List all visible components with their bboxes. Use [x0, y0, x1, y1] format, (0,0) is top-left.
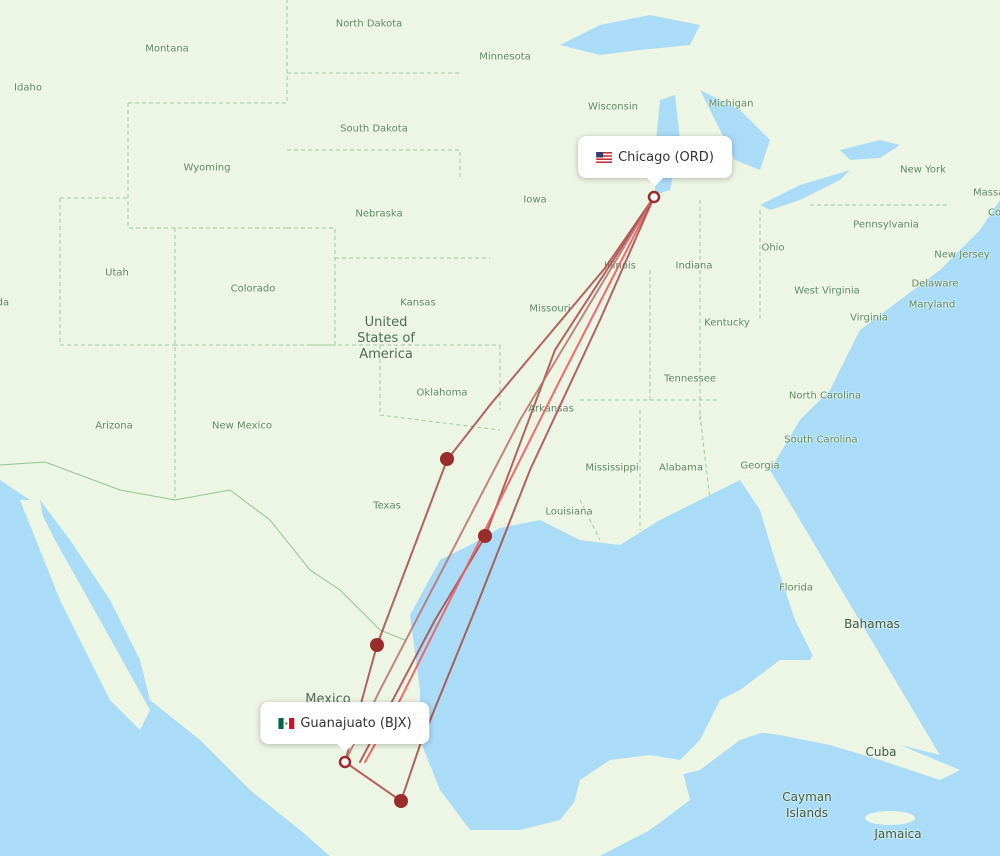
stopover-marker[interactable]	[370, 638, 384, 652]
stopover-marker[interactable]	[478, 529, 492, 543]
stopover-marker[interactable]	[440, 452, 454, 466]
route-map[interactable]: Idaho Montana North Dakota Minnesota Wis…	[0, 0, 1000, 856]
origin-marker[interactable]	[647, 190, 661, 204]
route-line	[344, 196, 655, 763]
routes-layer	[338, 190, 661, 808]
route-line	[344, 196, 655, 763]
destination-name: Guanajuato (BJX)	[300, 715, 412, 731]
destination-popup[interactable]: Guanajuato (BJX)	[260, 702, 430, 752]
us-flag-icon	[596, 151, 613, 163]
destination-marker[interactable]	[338, 755, 352, 769]
route-line-highlight	[364, 196, 655, 763]
mx-flag-icon	[278, 717, 295, 729]
route-line	[400, 196, 655, 802]
route-line	[344, 761, 402, 802]
origin-popup[interactable]: Chicago (ORD)	[578, 136, 732, 186]
stopover-marker[interactable]	[394, 794, 408, 808]
origin-name: Chicago (ORD)	[618, 149, 714, 165]
